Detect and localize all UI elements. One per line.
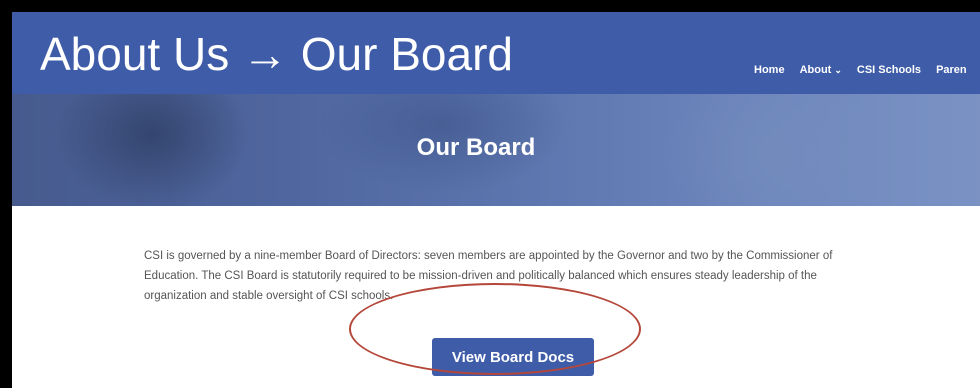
- annotation-title: About Us → Our Board: [40, 28, 513, 80]
- page-frame: About Us → Our Board Home About ⌄ CSI Sch…: [12, 12, 980, 388]
- page-title: Our Board: [416, 134, 536, 161]
- main-content: CSI is governed by a nine-member Board o…: [12, 206, 980, 388]
- nav-about[interactable]: About ⌄: [800, 64, 842, 76]
- nav-parents[interactable]: Paren: [936, 64, 967, 76]
- nav-csi-schools[interactable]: CSI Schools: [857, 64, 921, 76]
- hero-banner: Our Board: [12, 94, 980, 206]
- nav-home[interactable]: Home: [754, 64, 785, 76]
- header-bar: About Us → Our Board Home About ⌄ CSI Sch…: [12, 12, 980, 94]
- view-board-docs-button[interactable]: View Board Docs: [432, 338, 594, 376]
- main-nav: Home About ⌄ CSI Schools Paren: [754, 64, 967, 76]
- board-description: CSI is governed by a nine-member Board o…: [144, 249, 833, 302]
- chevron-down-icon: ⌄: [834, 65, 842, 75]
- nav-about-label: About: [799, 64, 832, 76]
